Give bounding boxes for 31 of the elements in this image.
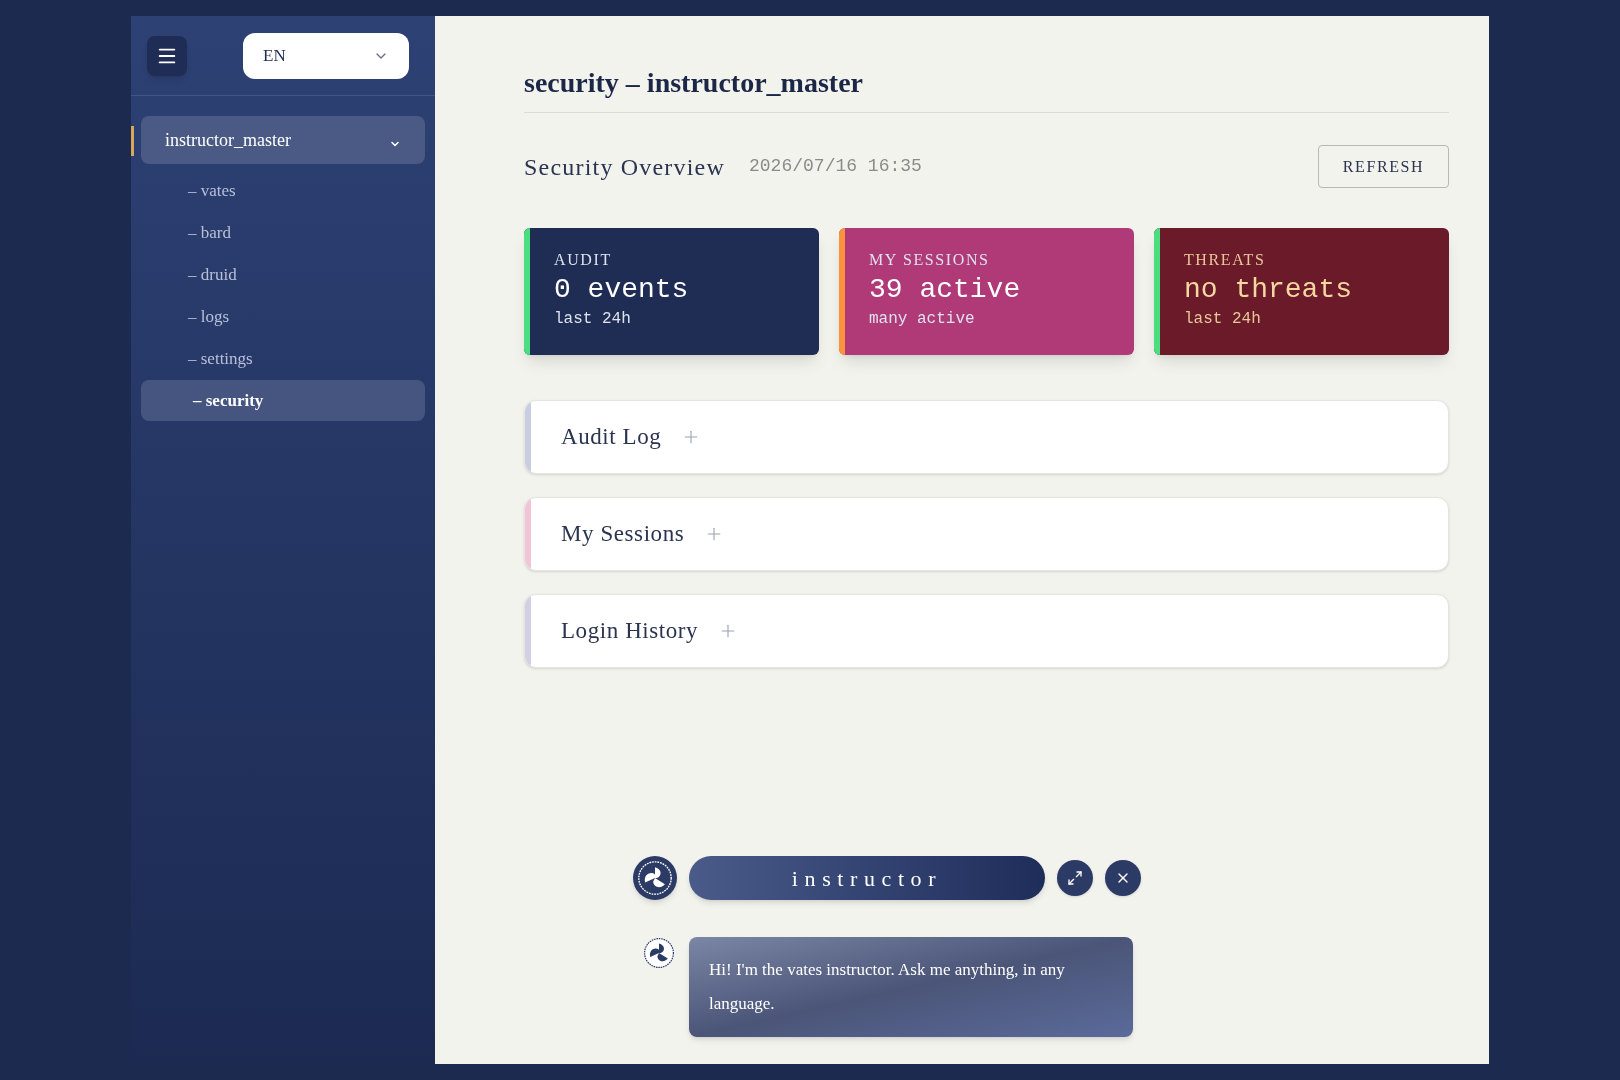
card-note: last 24h [1184, 309, 1262, 330]
close-button[interactable] [1105, 860, 1141, 896]
timestamp: 2026/07/16 16:35 [749, 155, 922, 178]
card-value: 39 active [869, 273, 1021, 307]
sidebar-group[interactable]: instructor_master [141, 116, 425, 164]
card-note: many active [869, 309, 976, 330]
card-label: AUDIT [554, 250, 613, 270]
card-value: 0 events [554, 273, 689, 307]
triskele-icon [643, 937, 675, 969]
menu-button[interactable] [147, 35, 187, 76]
expand-button[interactable] [1057, 860, 1093, 896]
sidebar-item[interactable]: – bard [141, 212, 425, 253]
chat-message: Hi! I'm the vates instructor. Ask me anything, in any language. [689, 937, 1133, 1037]
page-title: security – instructor_master [524, 62, 1449, 113]
language-select[interactable]: EN [243, 32, 409, 79]
collapsible-section[interactable]: Login History [524, 594, 1449, 668]
sidebar-item[interactable]: – druid [141, 254, 425, 295]
collapsible-section[interactable]: Audit Log [524, 400, 1449, 474]
card-label: MY SESSIONS [869, 250, 991, 270]
collapsible-section[interactable]: My Sessions [524, 497, 1449, 571]
card-note: last 24h [554, 309, 632, 330]
sidebar-item[interactable]: – settings [141, 338, 425, 379]
chat-title-bar: instructor [689, 856, 1045, 900]
refresh-button[interactable]: REFRESH [1318, 145, 1449, 188]
card-value: no threats [1184, 273, 1353, 307]
card-label: THREATS [1184, 250, 1267, 270]
expand-icon [1067, 870, 1083, 886]
sidebar-item[interactable]: – vates [141, 170, 425, 211]
sidebar-item[interactable]: – logs [141, 296, 425, 337]
section-title: Security Overview [524, 152, 725, 182]
sidebar-item[interactable]: – security [141, 380, 425, 421]
